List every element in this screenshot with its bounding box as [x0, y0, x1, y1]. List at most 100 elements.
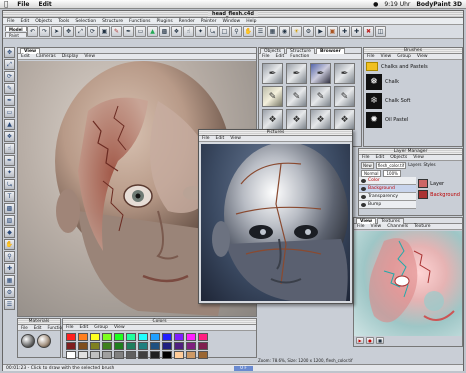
color-swatch[interactable] [150, 342, 160, 350]
shape-icon[interactable]: ◆ [4, 227, 15, 238]
layer-row[interactable]: Transparency [359, 193, 417, 201]
eye-icon[interactable] [361, 178, 366, 183]
app-menu-tools[interactable]: Tools [58, 19, 69, 24]
eraser-icon[interactable]: ▭ [135, 26, 146, 37]
color-swatch[interactable] [90, 342, 100, 350]
color-swatch[interactable] [186, 342, 196, 350]
viewport-menu-edit[interactable]: Edit [21, 54, 30, 59]
eye-icon[interactable] [361, 186, 366, 191]
fill-icon[interactable]: ▲ [4, 119, 15, 130]
menu-file[interactable]: File [17, 1, 29, 8]
app-menu-render[interactable]: Render [179, 19, 195, 24]
color-swatch[interactable] [138, 351, 148, 359]
color-swatch[interactable] [198, 342, 208, 350]
layers-icon[interactable]: ☰ [255, 26, 266, 37]
color-swatch[interactable] [78, 333, 88, 341]
app-menu-file[interactable]: File [7, 19, 15, 24]
app-menu-plugins[interactable]: Plugins [157, 19, 173, 24]
select-icon[interactable]: ▣ [99, 26, 110, 37]
gradient-icon[interactable]: ▧ [4, 215, 15, 226]
layer-row[interactable]: Background [359, 185, 417, 193]
projection-icon[interactable]: ◫ [375, 26, 386, 37]
brush-thumb[interactable]: ✎ [334, 86, 355, 107]
grid-icon[interactable]: ▦ [267, 26, 278, 37]
pen-icon[interactable]: ✒ [123, 26, 134, 37]
texture-icon[interactable]: ▣ [327, 26, 338, 37]
play-icon[interactable]: ▶ [356, 337, 364, 344]
brush-icon[interactable]: ✎ [111, 26, 122, 37]
brush-thumb[interactable]: ✎ [310, 86, 331, 107]
browser-menu-file[interactable]: File [262, 54, 270, 59]
color-swatch[interactable] [150, 351, 160, 359]
viewport-menu-view[interactable]: View [84, 54, 95, 59]
wand-icon[interactable]: ✦ [4, 167, 15, 178]
scale-icon[interactable]: ⤢ [4, 59, 15, 70]
lasso-icon[interactable]: ⤿ [207, 26, 218, 37]
redo-icon[interactable]: ↷ [39, 26, 50, 37]
hand-icon[interactable]: ✋ [4, 239, 15, 250]
layer-menu-view[interactable]: View [413, 155, 424, 160]
brush-icon[interactable]: ✎ [4, 83, 15, 94]
pictures-canvas[interactable] [201, 144, 350, 301]
presets-menu-view2[interactable]: View [417, 54, 428, 59]
menu-edit[interactable]: Edit [38, 1, 51, 8]
camera-icon[interactable]: ◉ [279, 26, 290, 37]
pen-icon[interactable]: ✒ [4, 95, 15, 106]
app-menu-functions[interactable]: Functions [129, 19, 151, 24]
eye-icon[interactable] [361, 194, 366, 199]
layers-tab[interactable]: Layers [408, 162, 421, 169]
brush-thumb[interactable]: ✒ [310, 63, 331, 84]
tab-model[interactable]: Model [5, 26, 27, 32]
fill-icon[interactable]: ▲ [147, 26, 158, 37]
eye-icon[interactable] [361, 202, 366, 207]
color-swatch[interactable] [114, 333, 124, 341]
axis-icon[interactable]: ✚ [351, 26, 362, 37]
colors-menu-edit[interactable]: Edit [80, 325, 89, 330]
preset-row[interactable]: Chalks and Pastels [366, 62, 460, 71]
color-swatch[interactable] [102, 333, 112, 341]
color-swatch[interactable] [162, 342, 172, 350]
blend-mode-select[interactable]: Normal [361, 170, 382, 177]
render-icon[interactable]: ⚙ [303, 26, 314, 37]
color-swatch[interactable] [174, 342, 184, 350]
layers-icon[interactable]: ☰ [4, 299, 15, 310]
layer-thumb-row[interactable]: Layer [418, 179, 460, 188]
layer-row[interactable]: Color [359, 177, 417, 185]
presets-menu-file[interactable]: File [367, 54, 375, 59]
smudge-icon[interactable]: ☝ [4, 143, 15, 154]
smudge-icon[interactable]: ☝ [183, 26, 194, 37]
brush-thumb[interactable]: ✎ [262, 86, 283, 107]
brush-thumb[interactable]: ✒ [334, 63, 355, 84]
texture-menu-view[interactable]: View [371, 224, 382, 229]
move-icon[interactable]: ✥ [63, 26, 74, 37]
frame-field[interactable]: 0 F [234, 365, 253, 371]
main-window-titlebar[interactable]: head_flesh.c4d [3, 11, 463, 18]
brush-thumb[interactable]: ❖ [262, 109, 283, 130]
record-icon[interactable]: ● [366, 337, 374, 344]
materials-menu-file[interactable]: File [21, 325, 28, 330]
color-swatch[interactable] [66, 351, 76, 359]
color-swatch[interactable] [198, 333, 208, 341]
color-swatch[interactable] [90, 333, 100, 341]
preset-row[interactable]: ✹ Oil Pastel [366, 112, 460, 128]
app-menu-objects[interactable]: Objects [35, 19, 52, 24]
browser-menu-function[interactable]: Function [290, 54, 309, 59]
stamp-icon[interactable]: ▩ [4, 203, 15, 214]
color-swatch[interactable] [78, 342, 88, 350]
clone-icon[interactable]: ❖ [4, 131, 15, 142]
light-icon[interactable]: ☀ [291, 26, 302, 37]
presets-menu-view[interactable]: View [381, 54, 392, 59]
scale-icon[interactable]: ⤢ [75, 26, 86, 37]
app-menu-selection[interactable]: Selection [75, 19, 96, 24]
materials-menu-edit[interactable]: Edit [34, 325, 42, 330]
hand-icon[interactable]: ✋ [243, 26, 254, 37]
zoom-icon[interactable]: ⚲ [4, 251, 15, 262]
paint-icon[interactable]: ✖ [363, 26, 374, 37]
colors-menu-view[interactable]: View [114, 325, 125, 330]
styles-tab[interactable]: Styles [423, 162, 435, 169]
tab-paint[interactable]: Paint [5, 32, 27, 38]
color-swatch[interactable] [102, 342, 112, 350]
text-icon[interactable]: T [4, 191, 15, 202]
color-swatch[interactable] [78, 351, 88, 359]
viewport-menu-display[interactable]: Display [62, 54, 79, 59]
